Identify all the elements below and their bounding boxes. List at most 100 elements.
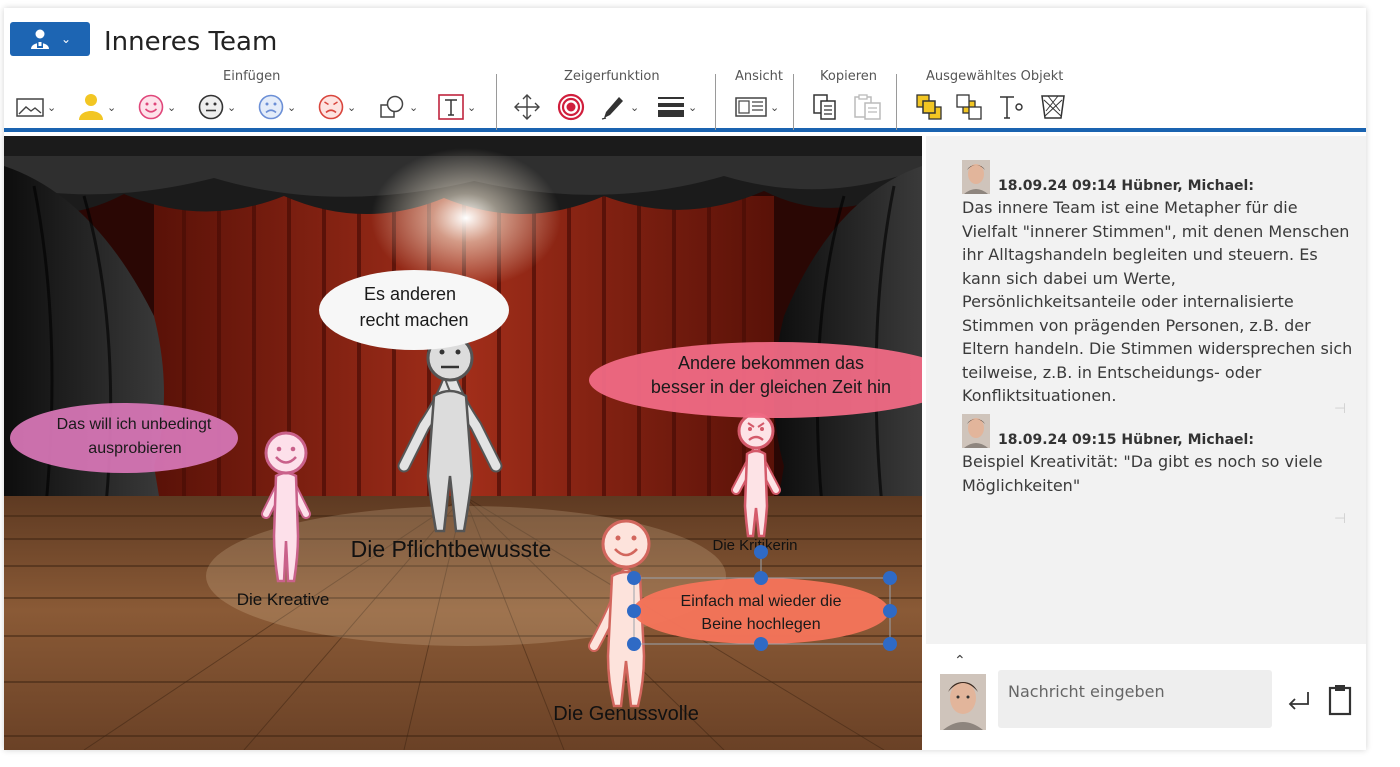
edit-text-button[interactable] (997, 92, 1025, 122)
bubble-genuss[interactable] (633, 578, 889, 644)
user-icon (30, 29, 49, 49)
group-label-insert: Einfügen (223, 69, 281, 84)
label-genussvolle: Die Genussvolle (553, 703, 699, 725)
app: ⌄ Inneres Team Einfügen Zeigerfunktion A… (0, 0, 1400, 767)
view-icon (735, 97, 767, 117)
label-kreative: Die Kreative (237, 590, 330, 609)
chat-compose-area: ⌃ Nachricht eingeben (926, 644, 1366, 750)
chevron-down-icon: ⌄ (347, 101, 357, 114)
stage-scene: Es anderen recht machen Das will ich unb… (4, 136, 922, 750)
smiley-neutral-icon (198, 94, 224, 120)
message-text: Das innere Team ist eine Metapher für di… (962, 198, 1353, 405)
bring-to-front-icon (916, 94, 942, 120)
pen-tool-button[interactable]: ⌄ (599, 92, 639, 122)
chevron-down-icon: ⌄ (60, 32, 72, 46)
bubble-kreativ-text-1: Das will ich unbedingt (57, 416, 212, 433)
send-to-back-icon (956, 94, 982, 120)
bubble-kreativ[interactable] (10, 403, 238, 473)
chevron-down-icon: ⌄ (688, 101, 698, 114)
rotate-handle[interactable] (754, 545, 768, 559)
user-menu-button[interactable]: ⌄ (10, 22, 90, 56)
bubble-pflicht-text-1: Es anderen (364, 284, 456, 304)
resize-handle[interactable] (883, 604, 897, 618)
resize-handle[interactable] (627, 571, 641, 585)
insert-neutral-smiley-button[interactable]: ⌄ (198, 92, 236, 122)
line-width-icon (658, 97, 684, 117)
chat-panel: 18.09.24 09:14 Hübner, Michael: Das inne… (922, 136, 1366, 750)
copy-button[interactable] (811, 92, 839, 122)
send-to-back-button[interactable] (955, 92, 983, 122)
insert-angry-smiley-button[interactable]: ⌄ (318, 92, 356, 122)
chevron-down-icon: ⌄ (47, 101, 57, 114)
bubble-pflicht-text-2: recht machen (359, 310, 468, 330)
target-icon (557, 93, 585, 121)
delete-button[interactable] (1039, 92, 1067, 122)
message-input[interactable]: Nachricht eingeben (998, 670, 1272, 728)
page-title: Inneres Team (104, 27, 278, 57)
avatar (962, 414, 990, 448)
toolbar-separator (715, 74, 716, 130)
chevron-up-icon[interactable]: ⌃ (954, 652, 966, 669)
label-pflichtbewusste: Die Pflichtbewusste (351, 536, 552, 562)
chevron-down-icon: ⌄ (227, 101, 237, 114)
clipboard-icon[interactable] (1328, 684, 1352, 716)
insert-person-button[interactable]: ⌄ (78, 92, 116, 122)
move-icon (514, 94, 540, 120)
message-text: Beispiel Kreativität: "Da gibt es noch s… (962, 452, 1323, 495)
insert-image-button[interactable]: ⌄ (16, 92, 56, 122)
resize-handle[interactable] (883, 571, 897, 585)
bubble-genuss-text-2: Beine hochlegen (701, 616, 820, 633)
bubble-kritik-text-1: Andere bekommen das (678, 353, 864, 373)
trash-icon (1041, 95, 1065, 119)
image-icon (16, 98, 44, 117)
bubble-genuss-text-1: Einfach mal wieder die (681, 593, 842, 610)
chevron-down-icon: ⌄ (467, 101, 477, 114)
resize-handle[interactable] (754, 637, 768, 651)
text-box-icon (438, 94, 464, 120)
copy-icon (813, 94, 836, 120)
chevron-down-icon: ⌄ (770, 101, 780, 114)
chat-message: 18.09.24 09:14 Hübner, Michael: Das inne… (962, 160, 1354, 416)
group-label-copy: Kopieren (820, 69, 877, 84)
message-meta: 18.09.24 09:15 Hübner, Michael: (998, 432, 1254, 448)
chevron-down-icon: ⌄ (630, 101, 640, 114)
resize-handle[interactable] (627, 637, 641, 651)
resize-handle[interactable] (627, 604, 641, 618)
smiley-angry-icon (318, 94, 344, 120)
toolbar-separator (896, 74, 897, 130)
header: ⌄ Inneres Team Einfügen Zeigerfunktion A… (4, 8, 1366, 132)
group-label-view: Ansicht (735, 69, 784, 84)
chevron-down-icon: ⌄ (409, 101, 419, 114)
paste-button[interactable] (853, 92, 883, 122)
toolbar-separator (496, 74, 497, 130)
insert-text-button[interactable]: ⌄ (438, 92, 476, 122)
avatar (962, 160, 990, 194)
insert-shape-button[interactable]: ⌄ (378, 92, 418, 122)
whiteboard-canvas[interactable]: Es anderen recht machen Das will ich unb… (4, 136, 922, 750)
insert-happy-smiley-button[interactable]: ⌄ (138, 92, 176, 122)
pen-icon (601, 97, 623, 120)
line-width-button[interactable]: ⌄ (657, 92, 697, 122)
person-icon (79, 94, 103, 120)
bubble-kreativ-text-2: ausprobieren (88, 440, 181, 457)
pointer-target-button[interactable] (557, 92, 585, 122)
chevron-down-icon: ⌄ (107, 101, 117, 114)
chevron-down-icon: ⌄ (167, 101, 177, 114)
chat-message: 18.09.24 09:15 Hübner, Michael: Beispiel… (962, 414, 1354, 526)
insert-sad-smiley-button[interactable]: ⌄ (258, 92, 296, 122)
bring-to-front-button[interactable] (915, 92, 943, 122)
toolbar-separator (793, 74, 794, 130)
shapes-icon (380, 95, 404, 118)
resize-handle[interactable] (883, 637, 897, 651)
group-label-selected: Ausgewähltes Objekt (926, 69, 1064, 84)
message-meta: 18.09.24 09:14 Hübner, Michael: (998, 178, 1254, 194)
bubble-kritik-text-2: besser in der gleichen Zeit hin (651, 377, 891, 397)
send-icon[interactable] (1286, 690, 1312, 712)
paste-icon (854, 94, 881, 120)
reply-icon[interactable]: ⊣ (1334, 510, 1350, 526)
move-tool-button[interactable] (513, 92, 541, 122)
view-options-button[interactable]: ⌄ (735, 92, 779, 122)
avatar (940, 674, 986, 730)
app-frame: ⌄ Inneres Team Einfügen Zeigerfunktion A… (4, 8, 1366, 750)
resize-handle[interactable] (754, 571, 768, 585)
